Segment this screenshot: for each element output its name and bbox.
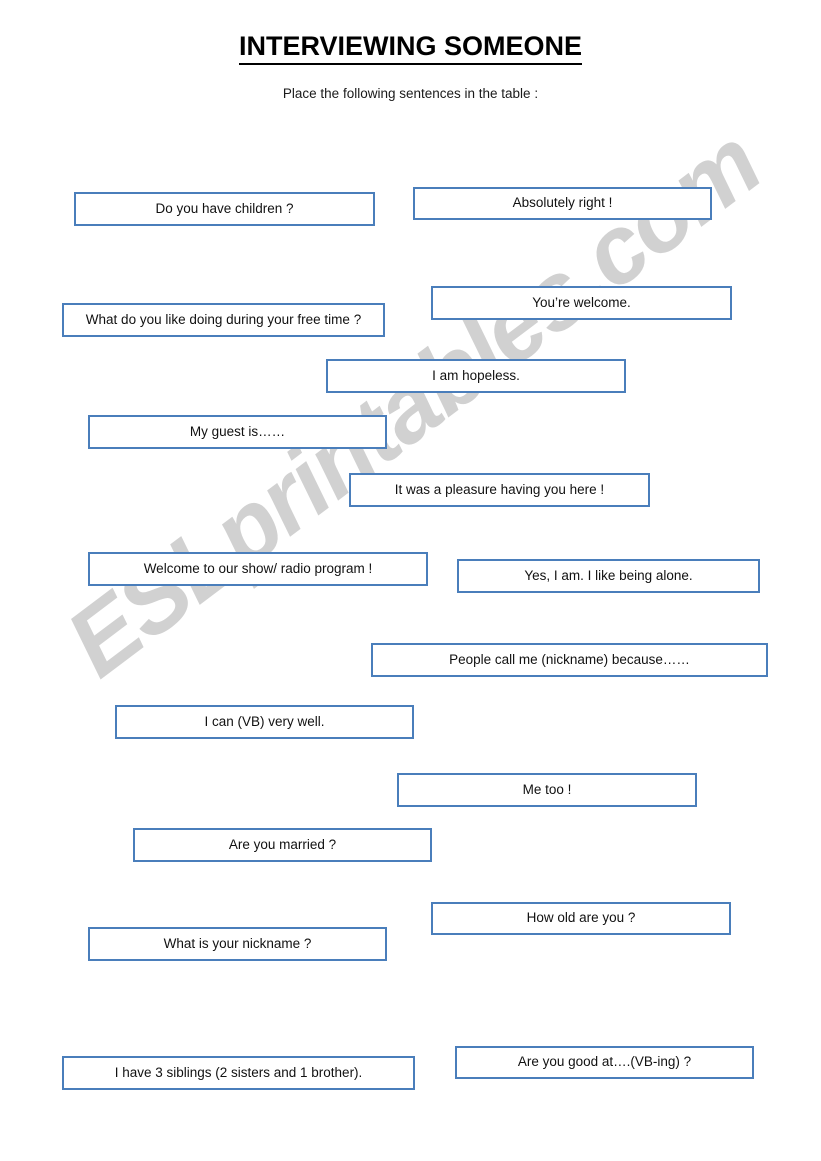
sentence-card-label: Absolutely right !	[512, 195, 613, 211]
sentence-card[interactable]: How old are you ?	[431, 902, 731, 935]
sentence-card[interactable]: What do you like doing during your free …	[62, 303, 385, 337]
sentence-card-label: You’re welcome.	[532, 294, 631, 310]
sentence-card-label: What do you like doing during your free …	[85, 311, 362, 327]
sentence-card-label: What is your nickname ?	[163, 935, 312, 951]
sentence-card[interactable]: My guest is……	[88, 415, 387, 449]
sentence-card-label: Yes, I am. I like being alone.	[524, 567, 693, 583]
sentence-card[interactable]: Yes, I am. I like being alone.	[457, 559, 760, 593]
sentence-card[interactable]: You’re welcome.	[431, 286, 732, 320]
sentence-card[interactable]: I am hopeless.	[326, 359, 626, 393]
sentence-card[interactable]: Welcome to our show/ radio program !	[88, 552, 428, 586]
sentence-card[interactable]: People call me (nickname) because……	[371, 643, 768, 677]
sentence-card-label: I have 3 siblings (2 sisters and 1 broth…	[114, 1064, 363, 1080]
sentence-card-label: It was a pleasure having you here !	[394, 481, 605, 497]
sentence-card-list: Do you have children ? Absolutely right !…	[0, 0, 821, 1161]
sentence-card-label: Do you have children ?	[155, 200, 294, 216]
sentence-card-label: People call me (nickname) because……	[449, 651, 690, 667]
sentence-card-label: My guest is……	[189, 423, 286, 439]
sentence-card[interactable]: It was a pleasure having you here !	[349, 473, 650, 507]
sentence-card-label: Are you good at….(VB-ing) ?	[517, 1054, 692, 1070]
sentence-card-label: Welcome to our show/ radio program !	[143, 560, 373, 576]
sentence-card-label: Are you married ?	[228, 836, 337, 852]
sentence-card-label: How old are you ?	[526, 910, 636, 926]
page-title: INTERVIEWING SOMEONE	[0, 31, 821, 65]
page-instructions: Place the following sentences in the tab…	[282, 86, 539, 101]
sentence-card[interactable]: Absolutely right !	[413, 187, 712, 220]
worksheet-page: ESLprintables.com INTERVIEWING SOMEONE P…	[0, 0, 821, 1161]
sentence-card-label: Me too !	[522, 781, 572, 797]
sentence-card-label: I am hopeless.	[432, 367, 520, 383]
sentence-card[interactable]: Me too !	[397, 773, 697, 807]
sentence-card-label: I can (VB) very well.	[204, 713, 325, 729]
sentence-card[interactable]: What is your nickname ?	[88, 927, 387, 961]
sentence-card[interactable]: Do you have children ?	[74, 192, 375, 226]
sentence-card[interactable]: Are you married ?	[133, 828, 432, 862]
page-title-text: INTERVIEWING SOMEONE	[238, 31, 583, 65]
sentence-card[interactable]: Are you good at….(VB-ing) ?	[455, 1046, 754, 1079]
sentence-card[interactable]: I can (VB) very well.	[115, 705, 414, 739]
sentence-card[interactable]: I have 3 siblings (2 sisters and 1 broth…	[62, 1056, 415, 1090]
